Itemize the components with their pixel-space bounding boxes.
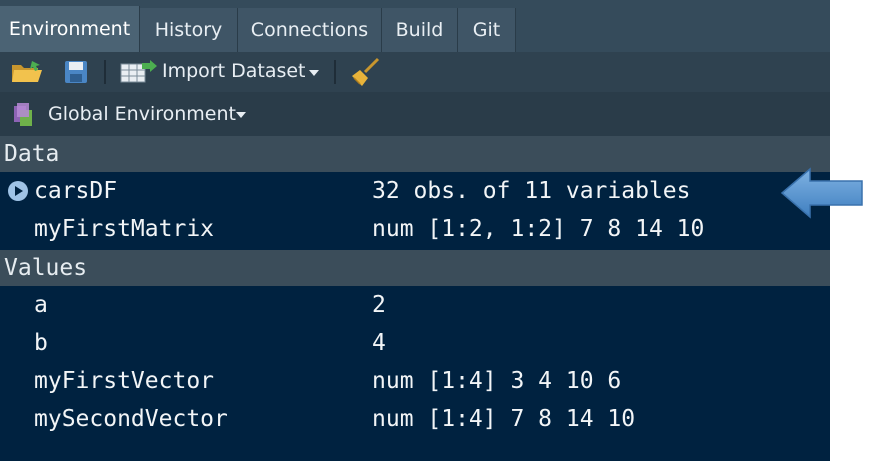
table-row[interactable]: b 4 [0, 324, 830, 362]
variable-name: myFirstVector [34, 368, 215, 394]
table-row[interactable]: mySecondVector num [1:4] 7 8 14 10 [0, 400, 830, 438]
chevron-down-icon[interactable] [236, 112, 246, 118]
environment-icon [12, 102, 38, 132]
variable-value: num [1:4] 7 8 14 10 [372, 406, 636, 432]
save-icon[interactable] [64, 60, 88, 88]
table-row[interactable]: carsDF 32 obs. of 11 variables [0, 172, 830, 210]
variable-value: 32 obs. of 11 variables [372, 178, 691, 204]
variable-name: myFirstMatrix [34, 216, 215, 242]
expand-icon[interactable] [8, 181, 28, 201]
variable-value: num [1:2, 1:2] 7 8 14 10 [372, 216, 705, 242]
tab-history[interactable]: History [140, 8, 238, 52]
table-row[interactable]: a 2 [0, 286, 830, 324]
variable-name: a [34, 292, 48, 318]
variable-value: num [1:4] 3 4 10 6 [372, 368, 622, 394]
tab-build[interactable]: Build [382, 8, 458, 52]
import-dataset-icon[interactable] [120, 60, 158, 88]
tab-environment[interactable]: Environment [0, 6, 140, 52]
tab-bar: Environment History Connections Build Gi… [0, 0, 830, 53]
toolbar-separator [104, 60, 106, 84]
section-header-values: Values [0, 250, 830, 286]
variable-value: 2 [372, 292, 386, 318]
table-row[interactable]: myFirstVector num [1:4] 3 4 10 6 [0, 362, 830, 400]
variable-name: carsDF [34, 178, 118, 204]
broom-icon[interactable] [350, 56, 382, 92]
import-dataset-button[interactable]: Import Dataset [162, 60, 306, 82]
open-folder-icon[interactable] [10, 59, 46, 89]
environment-pane: Environment History Connections Build Gi… [0, 0, 830, 461]
variable-value: 4 [372, 330, 386, 356]
tab-git[interactable]: Git [458, 8, 516, 52]
tab-connections[interactable]: Connections [238, 8, 382, 52]
environment-selector[interactable]: Global Environment [0, 92, 830, 137]
table-row[interactable]: myFirstMatrix num [1:2, 1:2] 7 8 14 10 [0, 210, 830, 248]
chevron-down-icon[interactable] [309, 70, 319, 76]
variable-name: b [34, 330, 48, 356]
section-header-data: Data [0, 136, 830, 172]
toolbar: Import Dataset [0, 52, 830, 93]
callout-arrow-icon [780, 167, 863, 219]
toolbar-separator [334, 60, 336, 84]
environment-label[interactable]: Global Environment [48, 103, 236, 125]
variable-name: mySecondVector [34, 406, 228, 432]
